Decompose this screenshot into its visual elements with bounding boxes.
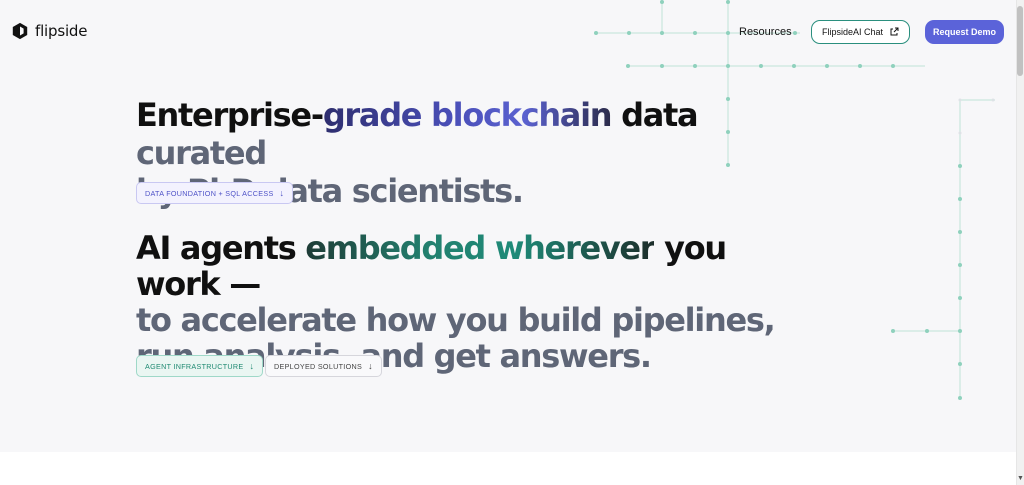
tag-data-foundation-label: DATA FOUNDATION + SQL ACCESS [145,188,274,198]
external-link-icon [890,27,899,36]
scroll-down-icon[interactable]: ▼ [1017,475,1024,483]
scrollbar-thumb[interactable] [1017,6,1023,76]
tag-data-foundation[interactable]: DATA FOUNDATION + SQL ACCESS ↓ [136,182,294,204]
tag-agent-infrastructure[interactable]: AGENT INFRASTRUCTURE ↓ [136,355,264,377]
scrollbar[interactable]: ▼ [1016,0,1024,485]
flipside-logo-icon [12,22,28,40]
arrow-down-icon: ↓ [279,187,285,198]
logo[interactable]: flipside [11,22,87,40]
demo-button-label: Request Demo [932,27,996,37]
headline1-part2: grade blockchain [322,96,613,134]
headline2-part2: embedded wherever [305,229,655,267]
request-demo-button[interactable]: Request Demo [925,20,1004,44]
headline1-part3: data [611,96,699,134]
tag-deployed-solutions-label: DEPLOYED SOLUTIONS [274,361,363,371]
headline1-part1: Enterprise- [136,96,324,134]
logo-text: flipside [35,22,88,40]
headline1-part4: curated [136,134,267,172]
arrow-down-icon: ↓ [249,360,255,371]
nav-resources-link[interactable]: Resources [739,26,792,38]
chat-button-label: FlipsideAI Chat [821,27,884,37]
arrow-down-icon: ↓ [368,360,373,371]
flipsideai-chat-button[interactable]: FlipsideAI Chat [811,20,910,44]
hero-section [0,0,1016,452]
next-section [0,452,1016,485]
tag-agent-infrastructure-label: AGENT INFRASTRUCTURE [145,361,244,371]
headline-ai-agents: AI agents embedded wherever you work — t… [136,230,816,374]
headline2-part1: AI agents [136,229,306,267]
tag-deployed-solutions[interactable]: DEPLOYED SOLUTIONS ↓ [265,355,382,377]
